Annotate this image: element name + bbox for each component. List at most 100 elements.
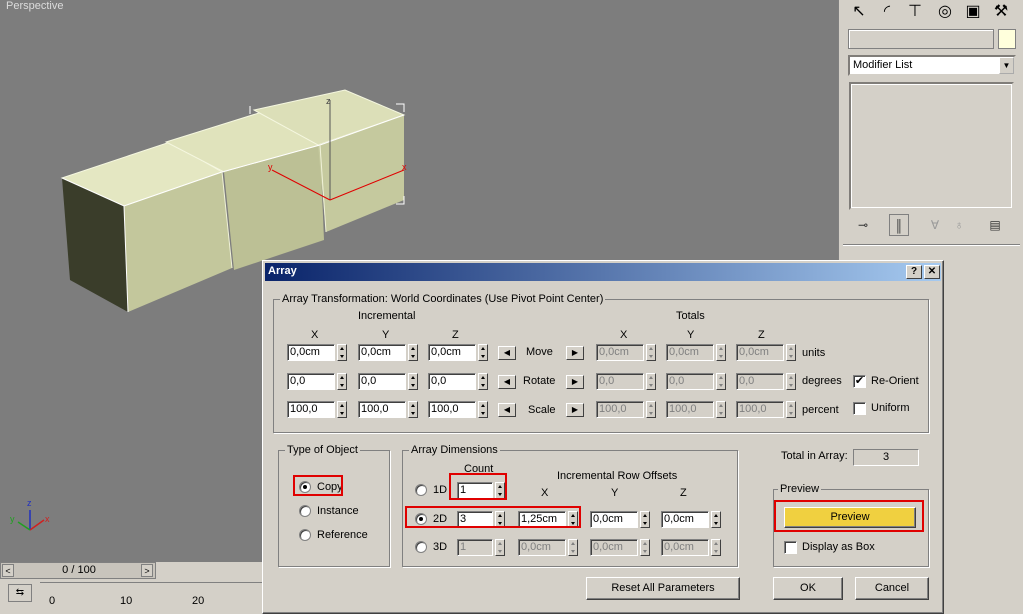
create-icon[interactable]: ↖ xyxy=(845,0,873,24)
move-tot-x-field: 0,0cm xyxy=(596,344,644,361)
make-unique-icon[interactable]: ∀ xyxy=(925,214,945,236)
spinner-arrows xyxy=(786,344,796,361)
hierarchy-icon[interactable]: ⊤ xyxy=(901,0,929,24)
scale-inc-z-field[interactable]: 100,0 xyxy=(428,401,476,418)
ok-button[interactable]: OK xyxy=(773,577,843,600)
dim-3d-label: 3D xyxy=(433,541,448,553)
reset-all-parameters-button[interactable]: Reset All Parameters xyxy=(586,577,740,600)
rotate-inc-y-field[interactable]: 0,0 xyxy=(358,373,406,390)
display-icon[interactable]: ▣ xyxy=(959,0,987,24)
rotate-left-arrow-button[interactable]: ◀ xyxy=(498,375,516,389)
time-prev-button[interactable]: < xyxy=(2,564,14,577)
spinner-arrows[interactable] xyxy=(408,344,418,361)
motion-icon[interactable]: ◎ xyxy=(931,0,959,24)
ruler-tick-20: 20 xyxy=(192,595,205,607)
dim-1d-label: 1D xyxy=(433,484,448,496)
move-tot-z-field: 0,0cm xyxy=(736,344,784,361)
show-end-result-icon[interactable]: ║ xyxy=(889,214,909,236)
spinner-arrows xyxy=(646,373,656,390)
move-left-arrow-button[interactable]: ◀ xyxy=(498,346,516,360)
totals-label: Totals xyxy=(676,310,705,322)
offset-z-header: Z xyxy=(680,487,687,499)
highlight-2d-row xyxy=(405,506,581,528)
rotate-inc-x-field[interactable]: 0,0 xyxy=(287,373,335,390)
modifier-list-label: Modifier List xyxy=(853,59,913,71)
spinner-arrows xyxy=(568,539,578,556)
uniform-checkbox[interactable] xyxy=(853,402,866,415)
scale-unit-label: percent xyxy=(802,404,839,416)
rotate-tot-x-field: 0,0 xyxy=(596,373,644,390)
array-dialog: Array ? ✕ Array Transformation: World Co… xyxy=(262,260,944,614)
dialog-titlebar[interactable]: Array ? ✕ xyxy=(265,263,941,281)
spinner-arrows xyxy=(716,344,726,361)
modifier-list-dropdown[interactable]: Modifier List ▼ xyxy=(848,55,1016,76)
reference-label: Reference xyxy=(317,529,368,541)
rotate-inc-z-field[interactable]: 0,0 xyxy=(428,373,476,390)
uniform-label: Uniform xyxy=(871,402,910,414)
scale-right-arrow-button[interactable]: ▶ xyxy=(566,403,584,417)
spinner-arrows xyxy=(786,373,796,390)
move-inc-x-field[interactable]: 0,0cm xyxy=(287,344,335,361)
modifier-stack[interactable] xyxy=(849,82,1014,210)
help-button[interactable]: ? xyxy=(906,265,922,279)
reorient-checkbox[interactable]: ✔ xyxy=(853,375,866,388)
close-button[interactable]: ✕ xyxy=(924,265,940,279)
spinner-arrows xyxy=(646,401,656,418)
offset-3d-x-field: 0,0cm xyxy=(518,539,566,556)
offset-2d-y-field[interactable]: 0,0cm xyxy=(590,511,638,528)
scale-tot-x-field: 100,0 xyxy=(596,401,644,418)
move-right-arrow-button[interactable]: ▶ xyxy=(566,346,584,360)
display-as-box-checkbox[interactable] xyxy=(784,541,797,554)
scale-inc-x-field[interactable]: 100,0 xyxy=(287,401,335,418)
spinner-arrows[interactable] xyxy=(337,401,347,418)
scale-label: Scale xyxy=(528,404,556,416)
spinner-arrows[interactable] xyxy=(478,373,488,390)
move-inc-y-field[interactable]: 0,0cm xyxy=(358,344,406,361)
offset-y-header: Y xyxy=(611,487,619,499)
array-transformation-group: Array Transformation: World Coordinates … xyxy=(273,293,929,433)
spinner-arrows xyxy=(786,401,796,418)
spinner-arrows[interactable] xyxy=(711,511,721,528)
spinner-arrows[interactable] xyxy=(478,344,488,361)
key-filters-icon[interactable]: ⇆ xyxy=(8,584,32,602)
object-color-swatch[interactable] xyxy=(998,29,1016,49)
count-3d-field: 1 xyxy=(457,539,493,556)
move-inc-z-field[interactable]: 0,0cm xyxy=(428,344,476,361)
chevron-down-icon[interactable]: ▼ xyxy=(999,57,1014,74)
spinner-arrows xyxy=(711,539,721,556)
spinner-arrows[interactable] xyxy=(478,401,488,418)
ruler-tick-10: 10 xyxy=(120,595,133,607)
highlight-preview xyxy=(774,500,924,532)
tot-x-header: X xyxy=(620,329,628,341)
time-next-button[interactable]: > xyxy=(141,564,153,577)
scale-left-arrow-button[interactable]: ◀ xyxy=(498,403,516,417)
type-of-object-group: Type of Object Copy Instance Reference xyxy=(278,444,390,567)
spinner-arrows[interactable] xyxy=(408,401,418,418)
modify-icon[interactable]: ◜ xyxy=(873,0,901,24)
time-slider[interactable]: < 0 / 100 > xyxy=(0,562,156,579)
spinner-arrows[interactable] xyxy=(640,511,650,528)
dim-3d-radio[interactable] xyxy=(415,541,427,553)
instance-radio[interactable] xyxy=(299,505,311,517)
remove-modifier-icon[interactable]: ♁ xyxy=(949,214,969,236)
dim-1d-radio[interactable] xyxy=(415,484,427,496)
configure-sets-icon[interactable]: ▤ xyxy=(985,214,1005,236)
scale-inc-y-field[interactable]: 100,0 xyxy=(358,401,406,418)
move-tot-y-field: 0,0cm xyxy=(666,344,714,361)
offset-x-header: X xyxy=(541,487,549,499)
row-offsets-label: Incremental Row Offsets xyxy=(557,470,678,482)
reference-radio[interactable] xyxy=(299,529,311,541)
rotate-tot-y-field: 0,0 xyxy=(666,373,714,390)
cancel-button[interactable]: Cancel xyxy=(855,577,929,600)
instance-label: Instance xyxy=(317,505,359,517)
offset-2d-z-field[interactable]: 0,0cm xyxy=(661,511,709,528)
rotate-right-arrow-button[interactable]: ▶ xyxy=(566,375,584,389)
object-name-field[interactable] xyxy=(848,29,994,49)
pin-stack-icon[interactable]: ⊸ xyxy=(853,214,873,236)
spinner-arrows xyxy=(646,344,656,361)
spinner-arrows[interactable] xyxy=(337,344,347,361)
spinner-arrows[interactable] xyxy=(337,373,347,390)
ruler-tick-0: 0 xyxy=(49,595,56,607)
spinner-arrows[interactable] xyxy=(408,373,418,390)
utilities-icon[interactable]: ⚒ xyxy=(987,0,1015,24)
